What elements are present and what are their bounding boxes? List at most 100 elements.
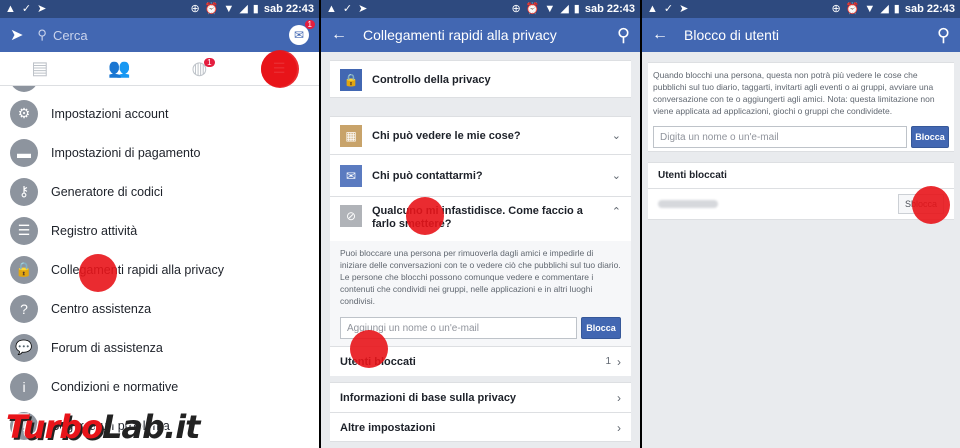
- search-icon[interactable]: ⚲: [937, 25, 950, 46]
- dnd-icon: ⊕: [190, 2, 200, 15]
- search-input[interactable]: Cerca: [53, 28, 88, 43]
- page-title: Collegamenti rapidi alla privacy: [363, 27, 557, 43]
- chevron-down-icon: ⌄: [611, 130, 621, 142]
- info-icon: i: [10, 372, 38, 401]
- tap-indicator: [350, 330, 388, 368]
- blocked-count: 1: [605, 356, 611, 367]
- list-icon: ☰: [10, 216, 38, 245]
- harass-description: Puoi bloccare una persona per rimuoverla…: [340, 248, 621, 306]
- app-bar: ← Collegamenti rapidi alla privacy ⚲: [321, 18, 640, 52]
- status-bar: ▲ ✓ ➤ ⊕ ⏰ ▼ ◢ ▮ sab 22:43: [321, 0, 640, 18]
- menu-item-account-settings[interactable]: ⚙ Impostazioni account: [0, 94, 319, 133]
- signal-icon: ◢: [880, 2, 889, 15]
- search-icon[interactable]: ⚲: [617, 25, 630, 46]
- privacy-check-label: Controllo della privacy: [372, 74, 491, 86]
- search-bar: ➤ ⚲ Cerca ✉ 1: [0, 18, 319, 52]
- block-description: Quando blocchi una persona, questa non p…: [653, 70, 935, 116]
- tab-friends[interactable]: 👥: [80, 52, 160, 85]
- block-user-icon: ⊘: [340, 205, 362, 227]
- back-arrow-icon[interactable]: ←: [652, 26, 668, 44]
- send-icon: ➤: [37, 2, 47, 15]
- menu-item-privacy-shortcuts[interactable]: 🔒 Collegamenti rapidi alla privacy: [0, 250, 319, 289]
- who-contacts-row[interactable]: ✉ Chi può contattarmi? ⌄: [330, 155, 631, 197]
- signal-icon: ◢: [239, 2, 248, 15]
- notification-icon: ▲: [5, 2, 16, 15]
- menu-item-label: Centro assistenza: [51, 301, 152, 316]
- other-settings-label: Altre impostazioni: [340, 421, 436, 434]
- lock-icon: 🔒: [10, 255, 38, 284]
- partial-menu-icon: [10, 86, 38, 92]
- key-icon: ⚷: [10, 177, 38, 206]
- other-settings-row[interactable]: Altre impostazioni ›: [330, 413, 631, 442]
- page-title: Blocco di utenti: [684, 27, 779, 43]
- friends-icon: 👥: [108, 58, 131, 78]
- tap-indicator: [79, 254, 117, 292]
- check-icon: ✓: [342, 2, 353, 15]
- who-sees-label: Chi può vedere le mie cose?: [372, 129, 521, 142]
- who-sees-row[interactable]: ▦ Chi può vedere le mie cose? ⌄: [330, 117, 631, 155]
- app-bar: ← Blocco di utenti ⚲: [642, 18, 960, 52]
- menu-item-code-generator[interactable]: ⚷ Generatore di codici: [0, 172, 319, 211]
- clock: sab 22:43: [904, 3, 955, 15]
- menu-panel: ▲ ✓ ➤ ⊕ ⏰ ▼ ◢ ▮ sab 22:43 ➤ ⚲ Cerca ✉1 ▤ 👥 ◍1 ☰…: [0, 0, 319, 448]
- menu-item-label: Impostazioni di pagamento: [51, 145, 201, 160]
- tap-indicator: [912, 186, 950, 224]
- wifi-icon: ▼: [223, 2, 235, 15]
- watermark-logo: TurboLab.it: [6, 408, 200, 446]
- block-card: Quando blocchi una persona, questa non p…: [648, 62, 954, 152]
- profile-card-icon: ▦: [340, 124, 362, 147]
- chevron-right-icon: ›: [617, 354, 621, 369]
- menu-item-terms[interactable]: i Condizioni e normative: [0, 367, 319, 406]
- help-icon: ?: [10, 294, 38, 323]
- menu-item-label: Registro attività: [51, 223, 138, 238]
- wifi-icon: ▼: [864, 2, 876, 15]
- who-contacts-label: Chi può contattarmi?: [372, 169, 483, 182]
- send-icon: ➤: [358, 2, 368, 15]
- payment-icon: ▬: [10, 138, 38, 167]
- block-name-input[interactable]: Digita un nome o un'e-mail: [653, 126, 907, 148]
- messenger-icon[interactable]: ✉ 1: [289, 20, 315, 45]
- chevron-right-icon: ›: [617, 390, 621, 405]
- dnd-icon: ⊕: [831, 2, 841, 15]
- blurred-user-name: [658, 200, 718, 208]
- clock: sab 22:43: [263, 3, 314, 15]
- menu-item-help-forum[interactable]: 💬 Forum di assistenza: [0, 328, 319, 367]
- menu-item-label: Collegamenti rapidi alla privacy: [51, 262, 224, 277]
- block-button[interactable]: Blocca: [581, 317, 621, 339]
- alarm-icon: ⏰: [845, 2, 860, 15]
- messenger-badge: 1: [304, 20, 315, 29]
- tap-indicator: [406, 197, 444, 235]
- paper-plane-icon[interactable]: ➤: [10, 25, 23, 45]
- chevron-down-icon: ⌄: [611, 170, 621, 182]
- notification-icon: ▲: [326, 2, 337, 15]
- signal-icon: ◢: [560, 2, 569, 15]
- send-icon: ➤: [679, 2, 689, 15]
- privacy-check-card[interactable]: 🔒 Controllo della privacy: [330, 60, 631, 98]
- chevron-right-icon: ›: [617, 420, 621, 435]
- harass-row[interactable]: ⊘ Qualcuno mi infastidisce. Come faccio …: [330, 197, 631, 241]
- menu-item-label: Generatore di codici: [51, 184, 163, 199]
- harass-label: Qualcuno mi infastidisce. Come faccio a …: [372, 205, 583, 230]
- tab-news-feed[interactable]: ▤: [0, 52, 80, 85]
- status-bar: ▲ ✓ ➤ ⊕ ⏰ ▼ ◢ ▮ sab 22:43: [0, 0, 319, 18]
- more-privacy-card: Informazioni di base sulla privacy › Alt…: [330, 382, 631, 442]
- search-icon: ⚲: [37, 27, 47, 42]
- menu-item-help-center[interactable]: ? Centro assistenza: [0, 289, 319, 328]
- menu-item-payment-settings[interactable]: ▬ Impostazioni di pagamento: [0, 133, 319, 172]
- basic-info-label: Informazioni di base sulla privacy: [340, 391, 517, 404]
- menu-item-label: Forum di assistenza: [51, 340, 163, 355]
- blocked-users-heading: Utenti bloccati: [658, 170, 727, 181]
- chevron-up-icon: ⌃: [611, 206, 621, 218]
- block-users-panel: ▲ ✓ ➤ ⊕ ⏰ ▼ ◢ ▮ sab 22:43 ← Blocco di utenti ⚲ …: [642, 0, 960, 448]
- lock-icon: 🔒: [340, 69, 362, 91]
- menu-item-activity-log[interactable]: ☰ Registro attività: [0, 211, 319, 250]
- back-arrow-icon[interactable]: ←: [331, 26, 347, 44]
- basic-info-row[interactable]: Informazioni di base sulla privacy ›: [330, 383, 631, 413]
- block-button[interactable]: Blocca: [911, 126, 949, 148]
- chat-icon: 💬: [10, 333, 38, 362]
- privacy-shortcuts-panel: ▲ ✓ ➤ ⊕ ⏰ ▼ ◢ ▮ sab 22:43 ← Collegamenti rapidi…: [321, 0, 640, 448]
- battery-icon: ▮: [573, 2, 580, 15]
- alarm-icon: ⏰: [204, 2, 219, 15]
- wifi-icon: ▼: [544, 2, 556, 15]
- tab-notifications[interactable]: ◍ 1: [160, 52, 240, 85]
